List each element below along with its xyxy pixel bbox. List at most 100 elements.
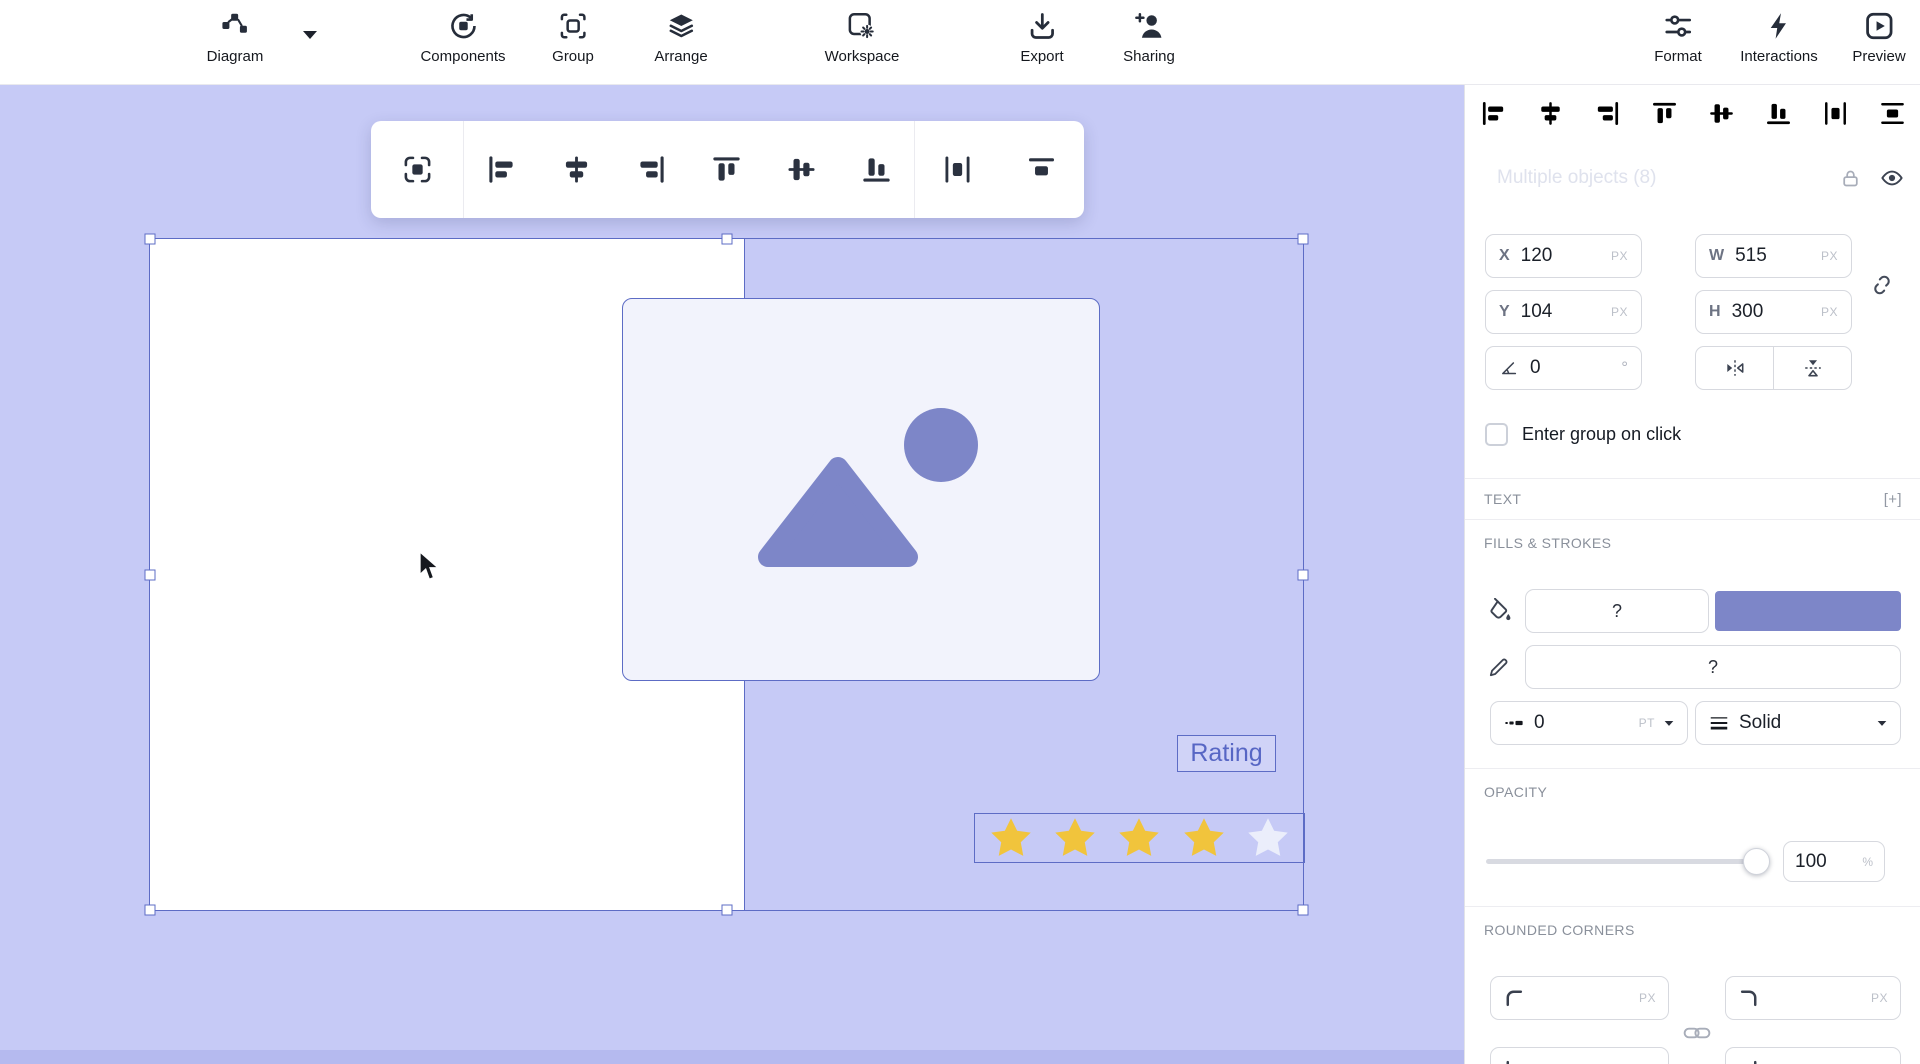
menu-item-arrange[interactable]: Arrange	[654, 11, 707, 65]
menu-item-format[interactable]: Format	[1654, 11, 1702, 65]
distribute-vertical-icon	[1879, 100, 1906, 127]
flip-horizontal-button[interactable]	[1696, 347, 1773, 389]
menu-item-workspace[interactable]: Workspace	[825, 11, 900, 65]
distribute-horizontal-button[interactable]	[1822, 100, 1849, 127]
align-center-horizontal-icon	[561, 154, 592, 185]
chevron-down-icon	[1659, 713, 1679, 733]
corners-section-header[interactable]: ROUNDED CORNERS	[1465, 906, 1920, 952]
diagram-dropdown-caret-icon[interactable]	[303, 31, 317, 39]
align-top-button[interactable]	[1651, 100, 1678, 127]
height-label: H	[1709, 303, 1721, 321]
frame-selection-button[interactable]	[371, 121, 463, 218]
fill-value-input[interactable]: ?	[1525, 589, 1709, 633]
menu-item-export[interactable]: Export	[1020, 11, 1063, 65]
opacity-input[interactable]: 100 %	[1783, 841, 1885, 882]
align-top-button[interactable]	[689, 121, 764, 218]
align-center-horizontal-icon	[1537, 100, 1564, 127]
link-corners-toggle[interactable]	[1683, 1024, 1711, 1042]
menu-item-preview[interactable]: Preview	[1852, 11, 1905, 65]
corner-top-left-icon	[1503, 987, 1525, 1009]
opacity-slider-track[interactable]	[1486, 859, 1761, 864]
align-left-button[interactable]	[1480, 100, 1507, 127]
vertical-spacing-button[interactable]	[999, 121, 1083, 218]
menu-label: Export	[1020, 48, 1063, 65]
components-icon	[448, 11, 478, 41]
constrain-proportions-toggle[interactable]	[1869, 272, 1895, 298]
align-bottom-button[interactable]	[839, 121, 914, 218]
star-icon[interactable]	[1052, 815, 1098, 861]
resize-handle-bottom-right[interactable]	[1298, 905, 1309, 916]
flip-vertical-button[interactable]	[1773, 347, 1851, 389]
distribute-vertical-button[interactable]	[1879, 100, 1906, 127]
selection-title-row: Multiple objects (8)	[1465, 157, 1920, 199]
menu-label: Arrange	[654, 48, 707, 65]
star-icon[interactable]	[1245, 815, 1291, 861]
border-style-dropdown[interactable]: Solid	[1695, 701, 1901, 745]
width-input[interactable]: W 515 PX	[1695, 234, 1852, 278]
menu-item-diagram[interactable]: Diagram	[207, 11, 264, 65]
resize-handle-top-right[interactable]	[1298, 234, 1309, 245]
y-unit: PX	[1611, 305, 1628, 319]
align-center-horizontal-button[interactable]	[1537, 100, 1564, 127]
border-width-value: 0	[1534, 712, 1639, 734]
fills-section-header[interactable]: FILLS & STROKES	[1465, 519, 1920, 565]
opacity-section-header[interactable]: OPACITY	[1465, 768, 1920, 814]
align-middle-vertical-button[interactable]	[1708, 100, 1735, 127]
height-input[interactable]: H 300 PX	[1695, 290, 1852, 334]
border-width-dropdown[interactable]: 0 PT	[1490, 701, 1688, 745]
text-section-header[interactable]: TEXT [+]	[1465, 478, 1920, 519]
distribute-horizontal-button[interactable]	[915, 121, 999, 218]
image-placeholder[interactable]	[622, 298, 1100, 681]
star-icon[interactable]	[988, 815, 1034, 861]
menu-label: Diagram	[207, 48, 264, 65]
resize-handle-bottom-left[interactable]	[145, 905, 156, 916]
align-center-horizontal-button[interactable]	[539, 121, 614, 218]
menu-item-sharing[interactable]: Sharing	[1123, 11, 1175, 65]
star-icon[interactable]	[1181, 815, 1227, 861]
lock-icon[interactable]	[1840, 168, 1861, 189]
menu-item-group[interactable]: Group	[552, 11, 594, 65]
resize-handle-bottom-center[interactable]	[721, 905, 732, 916]
corner-top-right-input[interactable]: PX	[1725, 976, 1901, 1020]
fill-placeholder: ?	[1612, 601, 1622, 622]
corner-bottom-left-input[interactable]: PX	[1490, 1047, 1669, 1064]
fill-color-swatch[interactable]	[1715, 591, 1901, 631]
rating-text[interactable]: Rating	[1177, 735, 1276, 772]
resize-handle-top-center[interactable]	[721, 234, 732, 245]
stroke-value-input[interactable]: ?	[1525, 645, 1901, 689]
eye-icon[interactable]	[1880, 166, 1904, 190]
opacity-slider-thumb[interactable]	[1743, 848, 1770, 875]
resize-handle-top-left[interactable]	[145, 234, 156, 245]
text-section-title: TEXT	[1484, 491, 1521, 507]
align-middle-vertical-button[interactable]	[764, 121, 839, 218]
align-left-button[interactable]	[464, 121, 539, 218]
enter-group-checkbox[interactable]	[1485, 423, 1508, 446]
text-add-button[interactable]: [+]	[1884, 491, 1902, 508]
workspace-icon	[847, 11, 877, 41]
paint-bucket-icon	[1486, 598, 1512, 624]
corner-bottom-right-input[interactable]: PX	[1725, 1047, 1901, 1064]
align-right-button[interactable]	[614, 121, 689, 218]
image-placeholder-icon	[736, 405, 986, 575]
menu-label: Group	[552, 48, 594, 65]
align-bottom-button[interactable]	[1765, 100, 1792, 127]
star-icon[interactable]	[1116, 815, 1162, 861]
menu-label: Sharing	[1123, 48, 1175, 65]
resize-handle-middle-left[interactable]	[145, 569, 156, 580]
design-canvas[interactable]: Rating	[0, 85, 1464, 1064]
menu-item-components[interactable]: Components	[420, 11, 505, 65]
mouse-cursor-icon	[418, 551, 443, 582]
top-toolbar: Diagram Components Group Arrange Workspa…	[0, 0, 1920, 85]
align-top-icon	[1651, 100, 1678, 127]
align-right-button[interactable]	[1594, 100, 1621, 127]
diagram-icon	[220, 11, 250, 41]
resize-handle-middle-right[interactable]	[1298, 569, 1309, 580]
x-position-input[interactable]: X 120 PX	[1485, 234, 1642, 278]
y-position-input[interactable]: Y 104 PX	[1485, 290, 1642, 334]
menu-item-interactions[interactable]: Interactions	[1740, 11, 1818, 65]
selection-name-placeholder[interactable]: Multiple objects (8)	[1497, 167, 1821, 189]
corner-top-left-input[interactable]: PX	[1490, 976, 1669, 1020]
rotation-input[interactable]: 0 °	[1485, 346, 1642, 390]
star-row[interactable]	[974, 813, 1305, 863]
align-top-icon	[711, 154, 742, 185]
